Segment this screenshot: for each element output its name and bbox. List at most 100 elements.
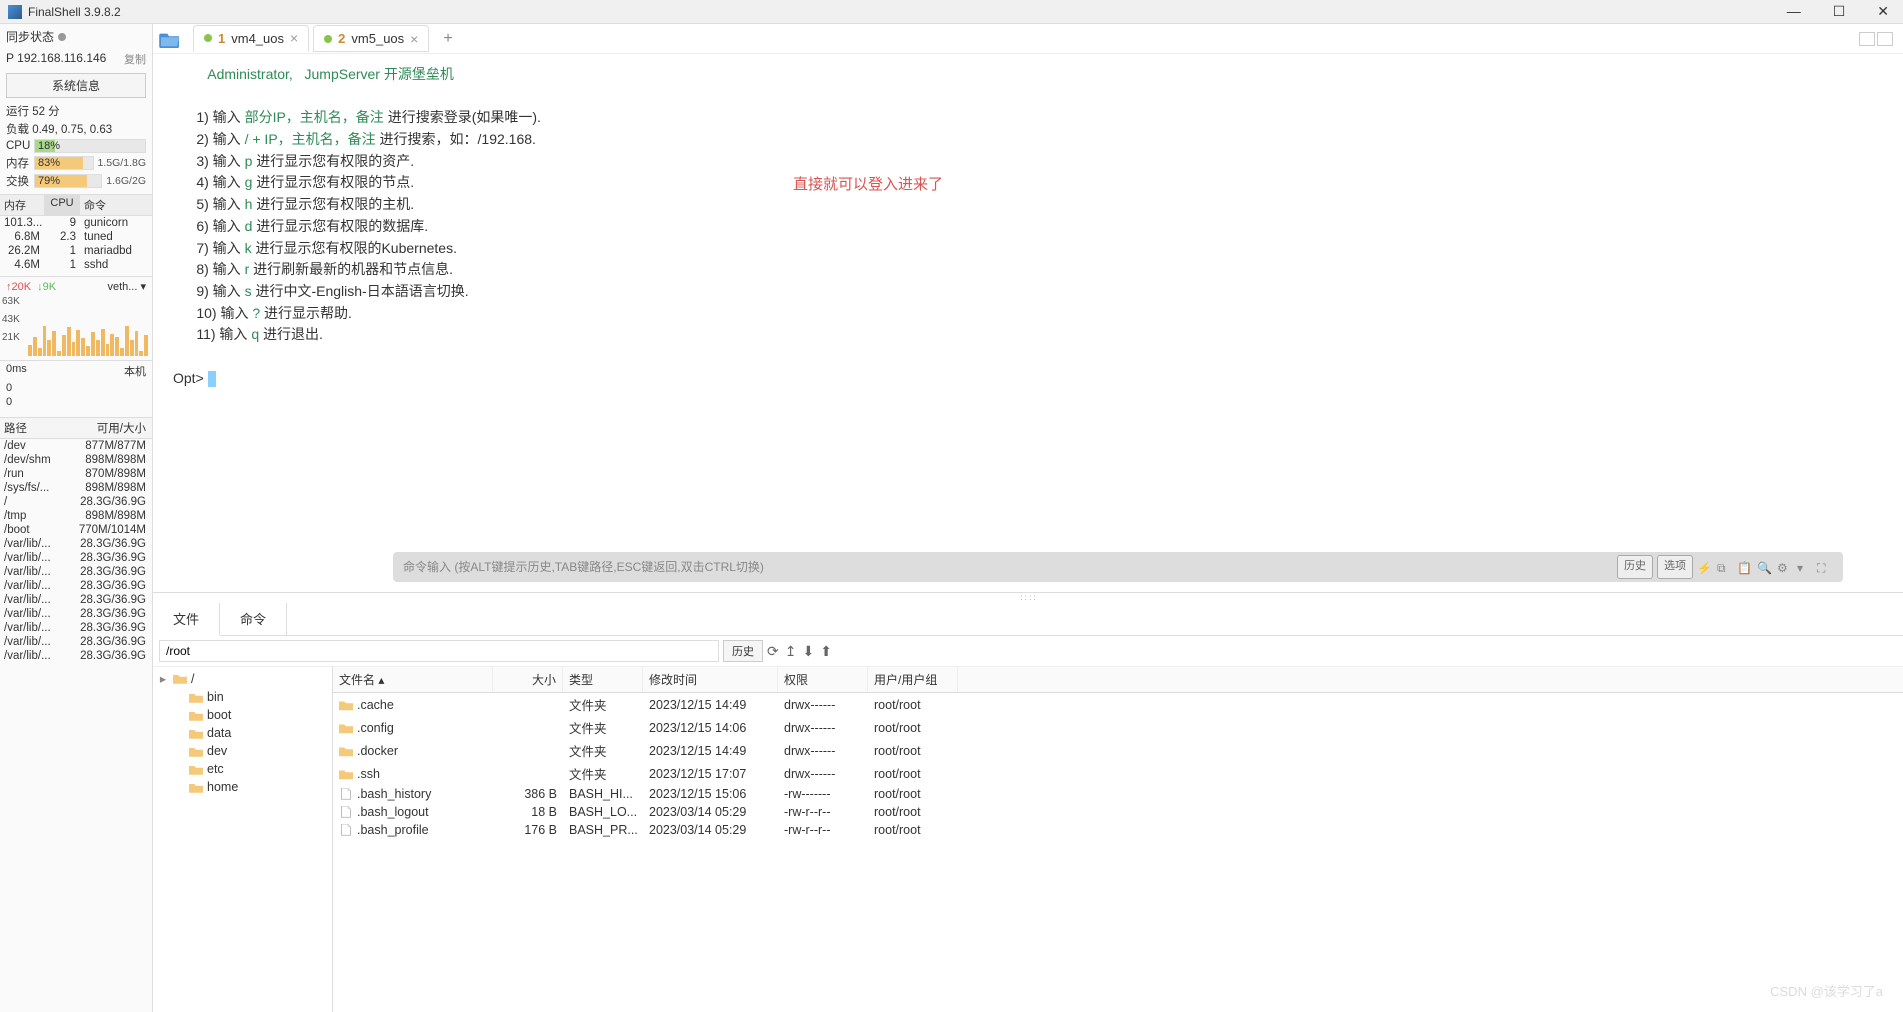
refresh-icon[interactable]: ⟳ <box>767 643 779 660</box>
disk-row[interactable]: /dev877M/877M <box>0 439 152 453</box>
disk-row[interactable]: /var/lib/...28.3G/36.9G <box>0 565 152 579</box>
file-row[interactable]: .bash_profile176 BBASH_PR...2023/03/14 0… <box>333 821 1903 839</box>
minimize-button[interactable]: — <box>1781 3 1807 20</box>
interface-select[interactable]: veth... ▾ <box>107 280 146 293</box>
tab-bar: 1vm4_uos×2vm5_uos× + <box>153 24 1903 54</box>
close-tab-icon[interactable]: × <box>290 30 298 46</box>
file-icon <box>339 806 353 818</box>
disk-row[interactable]: /var/lib/...28.3G/36.9G <box>0 593 152 607</box>
fullscreen-icon[interactable]: ⛶ <box>1817 559 1833 575</box>
history-button[interactable]: 历史 <box>1617 555 1653 578</box>
disk-row[interactable]: /var/lib/...28.3G/36.9G <box>0 537 152 551</box>
search-icon[interactable]: 🔍 <box>1757 559 1773 575</box>
download-rate: ↓9K <box>37 281 56 293</box>
annotation-text: 直接就可以登入进来了 <box>793 174 943 197</box>
sidebar: 同步状态 P 192.168.116.146 复制 系统信息 运行 52 分 负… <box>0 24 153 1012</box>
close-button[interactable]: ✕ <box>1871 3 1895 20</box>
disk-row[interactable]: /dev/shm898M/898M <box>0 453 152 467</box>
folder-icon <box>189 692 203 703</box>
terminal-user: Administrator, <box>207 66 293 82</box>
path-bar: 历史 ⟳ ↥ ⬇ ⬆ <box>153 636 1903 667</box>
split-view-icon[interactable] <box>1877 32 1893 46</box>
status-dot-icon <box>204 34 212 42</box>
folder-tree[interactable]: ▸ / binbootdatadevetchome <box>153 667 333 1012</box>
bolt-icon[interactable]: ⚡ <box>1697 559 1713 575</box>
maximize-button[interactable]: ☐ <box>1827 3 1852 20</box>
system-info-button[interactable]: 系统信息 <box>6 73 146 98</box>
tree-root[interactable]: ▸ / <box>153 669 332 688</box>
file-row[interactable]: .ssh文件夹2023/12/15 17:07drwx------root/ro… <box>333 762 1903 785</box>
terminal-server: JumpServer 开源堡垒机 <box>305 66 454 82</box>
process-row[interactable]: 101.3...9gunicorn <box>0 216 152 230</box>
chevron-down-icon[interactable]: ▾ <box>1797 559 1813 575</box>
sync-label: 同步状态 <box>6 28 54 45</box>
disk-row[interactable]: /var/lib/...28.3G/36.9G <box>0 649 152 663</box>
paste-icon[interactable]: 📋 <box>1737 559 1753 575</box>
tree-item[interactable]: home <box>153 778 332 796</box>
disk-row[interactable]: /var/lib/...28.3G/36.9G <box>0 621 152 635</box>
terminal-prompt: Opt> <box>173 370 208 386</box>
file-row[interactable]: .bash_history386 BBASH_HI...2023/12/15 1… <box>333 785 1903 803</box>
path-input[interactable] <box>159 640 719 662</box>
disk-row[interactable]: /var/lib/...28.3G/36.9G <box>0 635 152 649</box>
open-folder-icon[interactable] <box>159 30 181 48</box>
file-list[interactable]: 文件名 ▴ 大小 类型 修改时间 权限 用户/用户组 .cache文件夹2023… <box>333 667 1903 1012</box>
disk-row[interactable]: /var/lib/...28.3G/36.9G <box>0 607 152 621</box>
disk-row[interactable]: /var/lib/...28.3G/36.9G <box>0 579 152 593</box>
ip-address: 192.168.116.146 <box>17 51 106 65</box>
close-tab-icon[interactable]: × <box>410 31 418 47</box>
copy-button[interactable]: 复制 <box>124 51 146 67</box>
disk-row[interactable]: /run870M/898M <box>0 467 152 481</box>
tab-file[interactable]: 文件 <box>153 603 220 636</box>
gear-icon[interactable]: ⚙ <box>1777 559 1793 575</box>
cursor-icon <box>208 371 216 387</box>
disk-row[interactable]: /sys/fs/...898M/898M <box>0 481 152 495</box>
session-tab[interactable]: 1vm4_uos× <box>193 25 309 52</box>
file-row[interactable]: .cache文件夹2023/12/15 14:49drwx------root/… <box>333 693 1903 716</box>
disk-row[interactable]: /28.3G/36.9G <box>0 495 152 509</box>
folder-icon <box>339 768 353 780</box>
file-list-header: 文件名 ▴ 大小 类型 修改时间 权限 用户/用户组 <box>333 667 1903 693</box>
tree-item[interactable]: dev <box>153 742 332 760</box>
process-row[interactable]: 4.6M1sshd <box>0 258 152 272</box>
memory-meter: 内存 83% 1.5G/1.8G <box>0 154 152 172</box>
folder-icon <box>339 745 353 757</box>
file-row[interactable]: .bash_logout18 BBASH_LO...2023/03/14 05:… <box>333 803 1903 821</box>
tree-item[interactable]: bin <box>153 688 332 706</box>
disk-row[interactable]: /boot770M/1014M <box>0 523 152 537</box>
lower-panel: : : : : 文件 命令 历史 ⟳ ↥ ⬇ ⬆ ▸ <box>153 592 1903 1012</box>
file-row[interactable]: .config文件夹2023/12/15 14:06drwx------root… <box>333 716 1903 739</box>
process-row[interactable]: 26.2M1mariadbd <box>0 244 152 258</box>
load-average: 负载 0.49, 0.75, 0.63 <box>0 120 152 138</box>
resize-handle[interactable]: : : : : <box>153 593 1903 603</box>
swap-meter: 交换 79% 1.6G/2G <box>0 172 152 190</box>
title-bar: FinalShell 3.9.8.2 — ☐ ✕ <box>0 0 1903 24</box>
add-tab-button[interactable]: + <box>433 26 462 52</box>
command-input-bar[interactable]: 命令输入 (按ALT键提示历史,TAB键路径,ESC键返回,双击CTRL切换) … <box>393 552 1843 582</box>
tree-item[interactable]: data <box>153 724 332 742</box>
network-row: ↑20K ↓9K veth... ▾ <box>0 276 152 296</box>
process-row[interactable]: 6.8M2.3tuned <box>0 230 152 244</box>
folder-icon <box>339 699 353 711</box>
folder-icon <box>173 673 187 684</box>
folder-icon <box>339 722 353 734</box>
view-toggle <box>1859 32 1893 46</box>
path-history-button[interactable]: 历史 <box>723 640 763 662</box>
terminal[interactable]: Administrator, JumpServer 开源堡垒机 1) 输入 部分… <box>153 54 1903 592</box>
upload2-icon[interactable]: ⬆ <box>820 643 832 660</box>
tree-item[interactable]: etc <box>153 760 332 778</box>
options-button[interactable]: 选项 <box>1657 555 1693 578</box>
file-row[interactable]: .docker文件夹2023/12/15 14:49drwx------root… <box>333 739 1903 762</box>
disk-row[interactable]: /var/lib/...28.3G/36.9G <box>0 551 152 565</box>
upload-icon[interactable]: ↥ <box>785 643 797 660</box>
download-icon[interactable]: ⬇ <box>802 643 814 660</box>
session-tab[interactable]: 2vm5_uos× <box>313 25 429 52</box>
grid-view-icon[interactable] <box>1859 32 1875 46</box>
latency-val-1: 0 <box>6 381 146 395</box>
disk-row[interactable]: /tmp898M/898M <box>0 509 152 523</box>
tab-command[interactable]: 命令 <box>220 603 287 635</box>
cpu-meter: CPU 18% <box>0 138 152 154</box>
tree-item[interactable]: boot <box>153 706 332 724</box>
copy-icon[interactable]: ⧉ <box>1717 559 1733 575</box>
status-dot-icon <box>58 33 66 41</box>
